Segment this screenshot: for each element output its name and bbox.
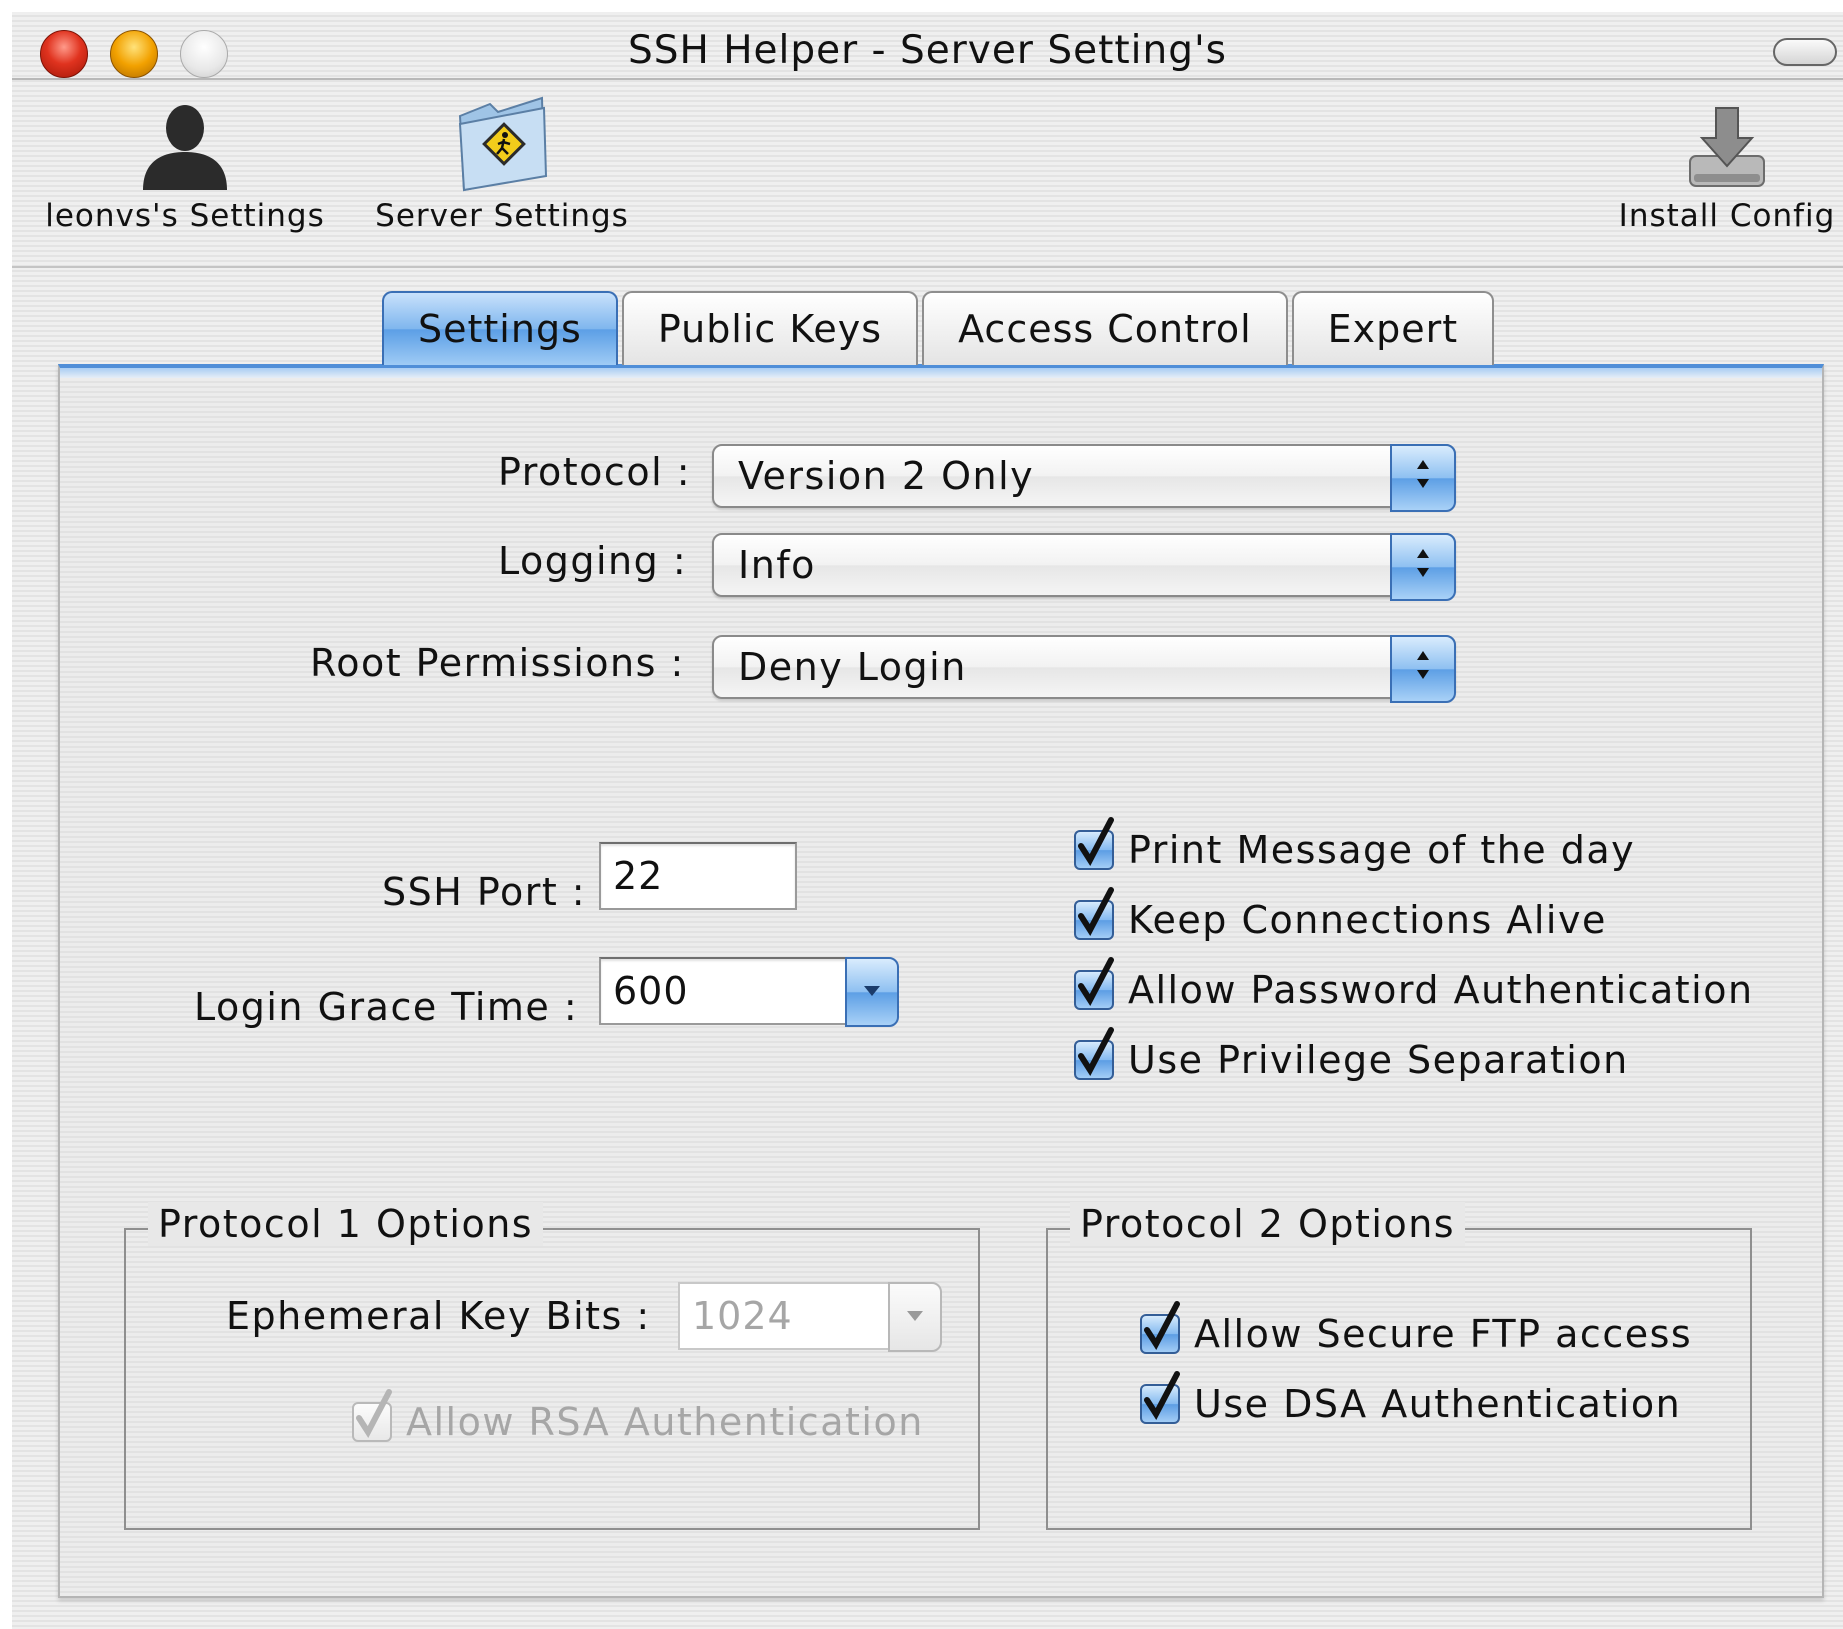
login-grace-time-value: 600	[613, 969, 689, 1013]
logging-popup[interactable]: Info	[712, 533, 1456, 601]
server-folder-icon	[458, 96, 548, 192]
secure-ftp-checkbox-row[interactable]: Allow Secure FTP access	[1140, 1301, 1693, 1356]
protocol1-options-group: Protocol 1 Options Ephemeral Key Bits : …	[124, 1202, 980, 1530]
toolbar-toggle-button[interactable]	[1773, 38, 1837, 66]
checkmark-icon	[356, 1389, 392, 1438]
checkmark-icon	[1078, 887, 1114, 936]
toolbar-user-settings[interactable]: leonvs's Settings	[40, 102, 330, 234]
secure-ftp-label: Allow Secure FTP access	[1194, 1312, 1693, 1356]
toolbar-install-config[interactable]: Install Config	[1607, 104, 1843, 234]
toolbar: leonvs's Settings Server Settings Instal…	[12, 80, 1843, 268]
root-permissions-value: Deny Login	[738, 645, 967, 689]
ssh-port-value: 22	[613, 854, 664, 898]
print-motd-checkbox[interactable]	[1074, 817, 1114, 870]
tab-bar: Settings Public Keys Access Control Expe…	[382, 291, 1498, 367]
user-icon	[143, 105, 227, 190]
tab-public-keys[interactable]: Public Keys	[621, 291, 919, 365]
ephemeral-key-bits-combo: 1024	[678, 1282, 942, 1352]
password-auth-checkbox-row[interactable]: Allow Password Authentication	[1074, 957, 1754, 1012]
privilege-separation-label: Use Privilege Separation	[1128, 1038, 1629, 1082]
privilege-separation-checkbox[interactable]	[1074, 1027, 1114, 1080]
install-icon	[1689, 107, 1765, 187]
print-motd-checkbox-row[interactable]: Print Message of the day	[1074, 817, 1636, 872]
keep-alive-label: Keep Connections Alive	[1128, 898, 1607, 942]
logging-label: Logging :	[498, 539, 688, 583]
root-permissions-popup[interactable]: Deny Login	[712, 635, 1456, 703]
protocol-popup-arrows-icon[interactable]	[1390, 444, 1456, 512]
allow-rsa-checkbox	[352, 1389, 392, 1442]
ephemeral-key-bits-label: Ephemeral Key Bits :	[226, 1294, 651, 1338]
window-title: SSH Helper - Server Setting's	[627, 28, 1227, 73]
logging-value: Info	[738, 543, 816, 587]
tab-expert[interactable]: Expert	[1291, 291, 1495, 365]
keep-alive-checkbox-row[interactable]: Keep Connections Alive	[1074, 887, 1607, 942]
protocol2-options-group: Protocol 2 Options Allow Secure FTP acce…	[1046, 1202, 1752, 1530]
root-permissions-popup-arrows-icon[interactable]	[1390, 635, 1456, 703]
toolbar-user-settings-label: leonvs's Settings	[45, 198, 325, 234]
tab-settings[interactable]: Settings	[382, 291, 618, 365]
login-grace-time-label: Login Grace Time :	[194, 985, 579, 1029]
ephemeral-key-bits-value: 1024	[692, 1294, 793, 1338]
title-bar: SSH Helper - Server Setting's	[12, 12, 1843, 80]
dsa-auth-checkbox[interactable]	[1140, 1371, 1180, 1424]
password-auth-checkbox[interactable]	[1074, 957, 1114, 1010]
secure-ftp-checkbox[interactable]	[1140, 1301, 1180, 1354]
toolbar-install-config-label: Install Config	[1618, 198, 1836, 234]
protocol2-options-title: Protocol 2 Options	[1070, 1202, 1466, 1246]
dsa-auth-label: Use DSA Authentication	[1194, 1382, 1682, 1426]
toolbar-server-settings-label: Server Settings	[375, 198, 629, 234]
dsa-auth-checkbox-row[interactable]: Use DSA Authentication	[1140, 1371, 1682, 1426]
login-grace-time-dropdown-button[interactable]	[845, 957, 899, 1027]
checkmark-icon	[1144, 1301, 1180, 1350]
password-auth-label: Allow Password Authentication	[1128, 968, 1754, 1012]
tab-access-control[interactable]: Access Control	[922, 291, 1288, 365]
ephemeral-key-bits-dropdown-button	[888, 1282, 942, 1352]
allow-rsa-checkbox-row: Allow RSA Authentication	[352, 1389, 924, 1444]
checkmark-icon	[1078, 817, 1114, 866]
logging-popup-arrows-icon[interactable]	[1390, 533, 1456, 601]
toolbar-server-settings[interactable]: Server Settings	[367, 94, 637, 234]
keep-alive-checkbox[interactable]	[1074, 887, 1114, 940]
allow-rsa-label: Allow RSA Authentication	[406, 1400, 924, 1444]
checkmark-icon	[1144, 1371, 1180, 1420]
login-grace-time-combo[interactable]: 600	[599, 957, 899, 1027]
protocol-popup[interactable]: Version 2 Only	[712, 444, 1456, 512]
checkmark-icon	[1078, 957, 1114, 1006]
ssh-port-field[interactable]: 22	[599, 842, 797, 910]
protocol-label: Protocol :	[498, 450, 692, 494]
protocol-value: Version 2 Only	[738, 454, 1035, 498]
print-motd-label: Print Message of the day	[1128, 828, 1636, 872]
window: SSH Helper - Server Setting's leonvs's S…	[12, 12, 1843, 1629]
ssh-port-label: SSH Port :	[382, 870, 587, 914]
protocol1-options-title: Protocol 1 Options	[148, 1202, 544, 1246]
root-permissions-label: Root Permissions :	[310, 641, 685, 685]
checkmark-icon	[1078, 1027, 1114, 1076]
privilege-separation-checkbox-row[interactable]: Use Privilege Separation	[1074, 1027, 1629, 1082]
